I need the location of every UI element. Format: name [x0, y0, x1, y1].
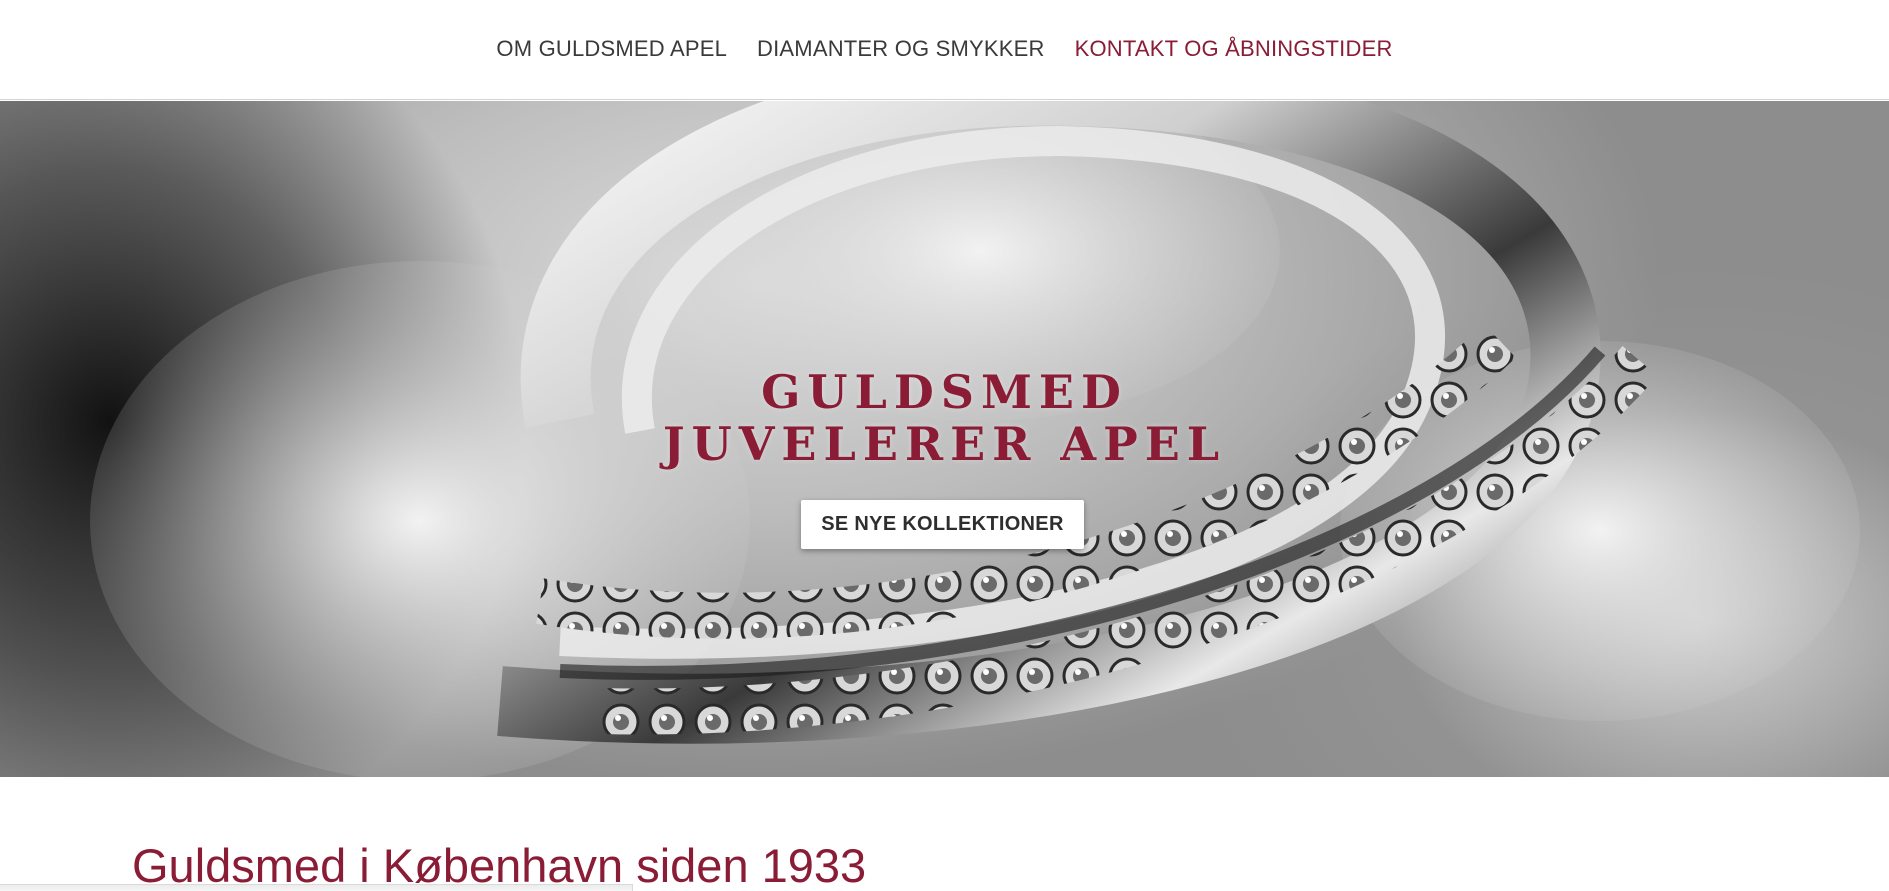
cookie-bar-edge: [0, 884, 633, 891]
nav-item-om-guldsmed-apel[interactable]: OM GULDSMED APEL: [496, 36, 727, 62]
hero-title-line-2: JUVELERER APEL: [662, 417, 1227, 471]
nav-item-kontakt-og-abningstider[interactable]: KONTAKT OG ÅBNINGSTIDER: [1075, 36, 1393, 62]
se-nye-kollektioner-button[interactable]: SE NYE KOLLEKTIONER: [801, 500, 1084, 549]
hero-banner: GULDSMED JUVELERER APEL SE NYE KOLLEKTIO…: [0, 101, 1889, 777]
hero-title-line-1: GULDSMED: [761, 365, 1128, 419]
nav-item-diamanter-og-smykker[interactable]: DIAMANTER OG SMYKKER: [757, 36, 1045, 62]
hero-title: GULDSMED JUVELERER APEL: [0, 366, 1889, 470]
site-header: OM GULDSMED APEL DIAMANTER OG SMYKKER KO…: [0, 0, 1889, 100]
page: OM GULDSMED APEL DIAMANTER OG SMYKKER KO…: [0, 0, 1889, 891]
main-nav: OM GULDSMED APEL DIAMANTER OG SMYKKER KO…: [0, 36, 1889, 62]
